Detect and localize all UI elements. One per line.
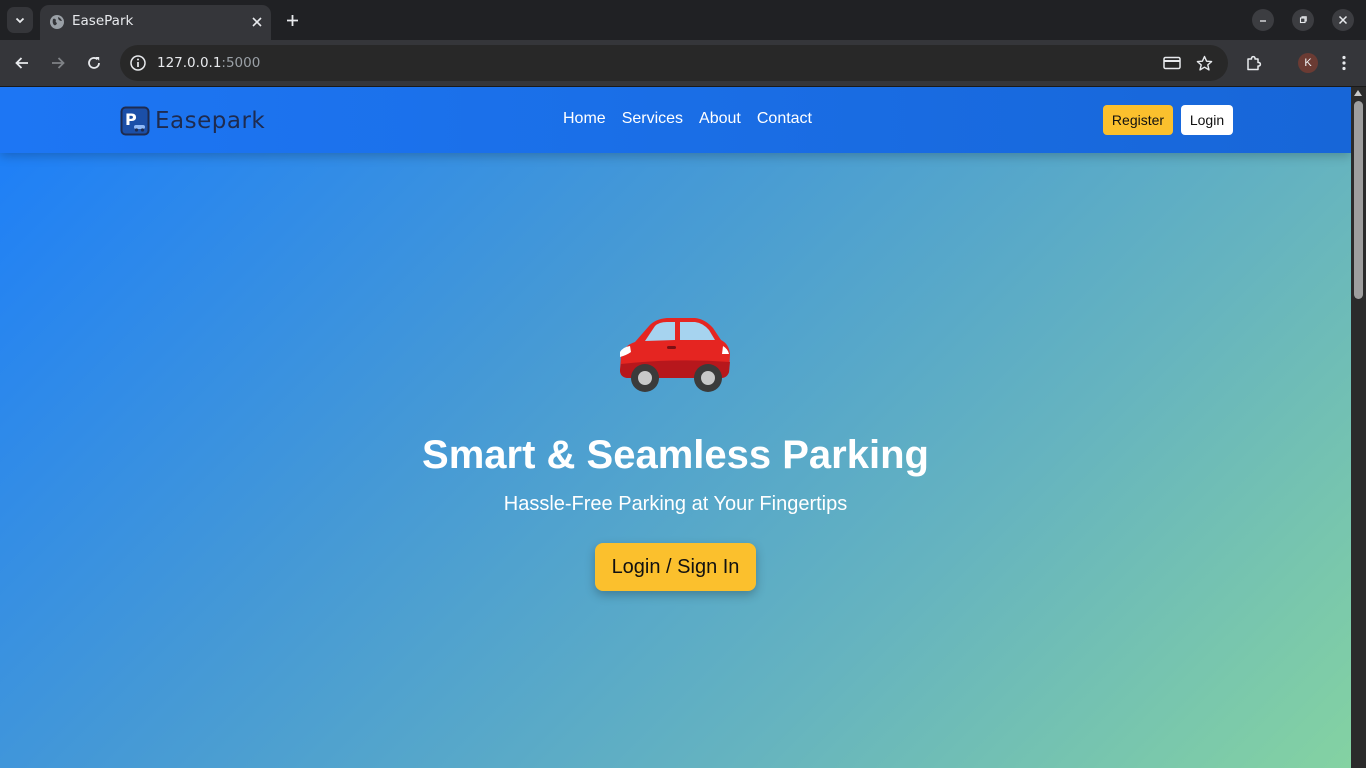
minimize-icon [1260, 20, 1266, 22]
site-navbar: P Easepark Home Services About Contact R… [0, 87, 1351, 153]
register-button[interactable]: Register [1103, 105, 1173, 135]
plus-icon [286, 14, 298, 26]
profile-avatar[interactable]: K [1298, 53, 1318, 73]
brand-logo[interactable]: P Easepark [120, 106, 265, 136]
browser-tab[interactable]: EasePark [40, 5, 271, 40]
globe-icon [50, 15, 64, 29]
scroll-up-arrow-icon[interactable] [1354, 90, 1362, 96]
login-signin-button[interactable]: Login / Sign In [595, 543, 756, 591]
page-viewport: Smart & Seamless Parking Hassle-Free Par… [0, 87, 1351, 768]
tab-title: EasePark [72, 13, 134, 29]
close-tab-button[interactable] [249, 14, 265, 30]
brand-name: Easepark [155, 108, 266, 134]
address-bar[interactable]: 127.0.0.1:5000 [120, 45, 1228, 81]
arrow-left-icon [15, 57, 28, 69]
info-icon[interactable] [129, 54, 147, 72]
hero-subtitle: Hassle-Free Parking at Your Fingertips [503, 493, 848, 515]
url-text[interactable]: 127.0.0.1:5000 [157, 55, 260, 71]
nav-link-about[interactable]: About [699, 110, 741, 128]
payment-methods-button[interactable] [1161, 52, 1183, 74]
close-icon [1338, 15, 1348, 25]
close-icon [252, 17, 262, 27]
browser-tabstrip: EasePark [0, 0, 1366, 40]
restore-button[interactable] [1292, 9, 1314, 31]
more-vert-icon [1342, 55, 1346, 71]
browser-toolbar: 127.0.0.1:5000 K [0, 40, 1366, 86]
nav-link-home[interactable]: Home [563, 110, 606, 128]
page-scrollbar[interactable] [1351, 87, 1366, 768]
close-window-button[interactable] [1332, 9, 1354, 31]
url-host: 127.0.0.1 [157, 55, 222, 71]
forward-button[interactable] [47, 52, 69, 74]
scrollbar-thumb[interactable] [1354, 101, 1363, 299]
extensions-button[interactable] [1243, 52, 1265, 74]
url-port: :5000 [221, 55, 261, 71]
nav-link-services[interactable]: Services [622, 110, 683, 128]
bookmark-button[interactable] [1193, 52, 1215, 74]
arrow-right-icon [52, 57, 65, 69]
star-icon [1196, 55, 1212, 71]
nav-links: Home Services About Contact [563, 110, 812, 128]
chevron-down-icon [15, 17, 25, 24]
hero-section: Smart & Seamless Parking Hassle-Free Par… [0, 87, 1351, 768]
browser-menu-button[interactable] [1333, 52, 1355, 74]
nav-link-contact[interactable]: Contact [757, 110, 812, 128]
hero-title: Smart & Seamless Parking [422, 433, 929, 477]
credit-card-icon [1163, 56, 1181, 70]
new-tab-button[interactable] [282, 10, 302, 30]
reload-icon [88, 57, 100, 69]
puzzle-icon [1247, 55, 1262, 71]
car-icon [620, 318, 730, 392]
reload-button[interactable] [83, 52, 105, 74]
parking-logo-icon: P [120, 106, 150, 136]
minimize-button[interactable] [1252, 9, 1274, 31]
login-button[interactable]: Login [1181, 105, 1233, 135]
back-button[interactable] [11, 52, 33, 74]
tab-search-button[interactable] [7, 7, 33, 33]
restore-icon [1299, 16, 1307, 24]
